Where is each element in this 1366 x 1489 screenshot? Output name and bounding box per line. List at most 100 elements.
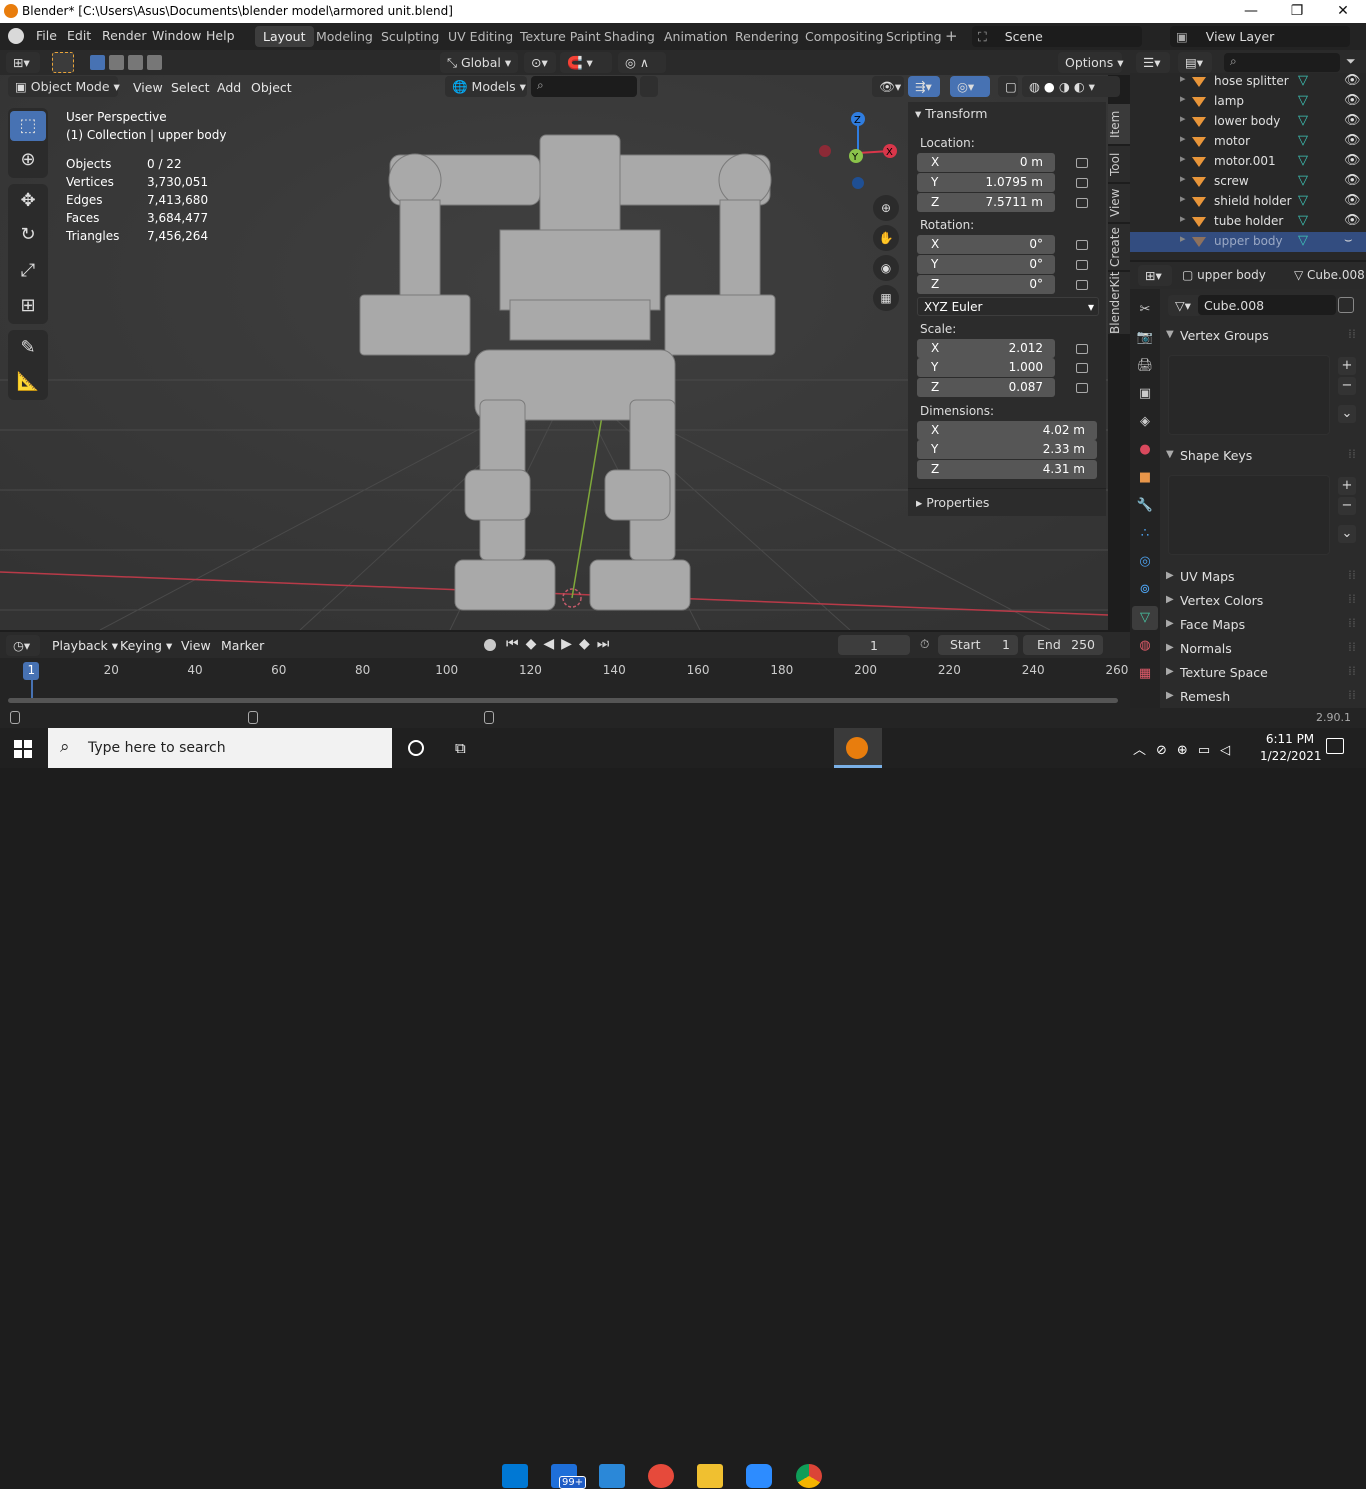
rotation-mode-dropdown[interactable]: XYZ Euler ▾ [917,297,1099,316]
network-off-icon[interactable]: ⊘ [1156,743,1177,758]
properties-editor-type-icon[interactable]: ⊞▾ [1138,265,1172,286]
dimension-y-field[interactable]: Y 2.33 m [917,440,1097,459]
expand-arrow-icon[interactable]: ▸ [1180,132,1186,145]
drag-handle-icon[interactable]: ⁞⁞ [1348,639,1356,654]
remove-button[interactable]: − [1338,377,1356,395]
list-box[interactable] [1168,475,1330,555]
clock-date[interactable]: 1/22/2021 [1260,749,1322,763]
mesh-object-icon[interactable] [1192,217,1206,227]
asset-search-input[interactable]: ⌕ [531,76,637,97]
outliner-item-label[interactable]: lamp [1214,94,1244,108]
outliner-item[interactable]: ▸ screw ▽ 👁 [1130,172,1366,192]
drag-handle-icon[interactable]: ⁞⁞ [1348,446,1356,461]
expand-arrow-icon[interactable]: ▸ [1180,92,1186,105]
mesh-object-icon[interactable] [1192,137,1206,147]
overlays-icon[interactable]: ◎▾ [950,76,990,97]
chevron-right-icon[interactable]: ▶ [1166,618,1174,629]
proportional-edit-icon[interactable]: ◎ ∧ [618,52,666,73]
lock-location-x-icon[interactable] [1076,158,1088,168]
notifications-icon[interactable] [1326,738,1344,754]
timeline-scrollbar[interactable] [8,698,1118,703]
mesh-data-icon[interactable]: ▽ [1132,606,1158,630]
playback-dropdown[interactable]: Playback ▾ [52,638,118,653]
location-y-field[interactable]: Y 1.0795 m [917,173,1055,192]
outliner-item-label[interactable]: motor [1214,134,1250,148]
timeline-editor-type-icon[interactable]: ◷▾ [6,635,40,656]
outliner-item-label[interactable]: lower body [1214,114,1280,128]
start-frame-field[interactable]: Start 1 [938,635,1018,655]
eye-icon[interactable]: 👁 [1344,213,1361,228]
menu-object[interactable]: Object [251,80,292,95]
expand-arrow-icon[interactable]: ▸ [1180,192,1186,205]
mesh-data-icon[interactable]: ▽ [1298,213,1308,228]
mesh-object-icon[interactable] [1192,97,1206,107]
taskbar-search-box[interactable]: ⌕ Type here to search [48,728,392,768]
timeline[interactable]: ◷▾ Playback ▾ Keying ▾ View Marker ⏮◆◀▶◆… [0,632,1130,712]
eye-icon[interactable]: 👁 [1344,113,1361,128]
particles-icon[interactable]: ∴ [1132,522,1158,546]
mesh-data-icon[interactable]: ▽ [1298,153,1308,168]
mail-icon[interactable]: 99+ [551,1464,587,1489]
record-icon[interactable] [484,639,496,651]
sidebar-tab-tool[interactable]: Tool [1108,146,1130,182]
drag-handle-icon[interactable]: ⁞⁞ [1348,326,1356,341]
tab-modeling[interactable]: Modeling [308,26,381,47]
scene-selector[interactable]: ⛶ Scene [972,26,1142,47]
end-frame-field[interactable]: End 250 [1023,635,1103,655]
outliner-item[interactable]: ▸ hose splitter ▽ 👁 [1130,72,1366,92]
volume-icon[interactable]: ◁ [1220,743,1240,758]
mesh-object-icon[interactable] [1192,177,1206,187]
keying-dropdown[interactable]: Keying ▾ [120,638,172,653]
stopwatch-icon[interactable]: ⏱ [920,637,929,652]
outliner-search-input[interactable]: ⌕ [1224,53,1340,72]
cursor-tool-icon[interactable]: ⊕ [10,145,46,175]
scale-z-field[interactable]: Z 0.087 [917,378,1055,397]
mesh-data-icon[interactable]: ▽ [1298,193,1308,208]
add-workspace-icon[interactable]: + [945,27,958,45]
close-button[interactable]: ✕ [1320,0,1366,23]
blender-taskbar-button[interactable] [834,728,882,768]
outliner-item[interactable]: ▸ motor.001 ▽ 👁 [1130,152,1366,172]
select-tool-icon[interactable]: ⬚ [10,111,46,141]
material-shading-icon[interactable]: ◑ [1059,79,1070,94]
specials-menu-button[interactable]: ⌄ [1338,405,1356,423]
move-tool-icon[interactable]: ✥ [10,186,46,216]
sidebar-tab-view[interactable]: View [1108,184,1130,222]
add-button[interactable]: + [1338,477,1356,495]
tab-scripting[interactable]: Scripting [878,26,950,47]
select-box-tool-icon[interactable] [52,52,74,73]
eye-icon[interactable]: 👁 [1344,73,1361,88]
mode-dropdown[interactable]: ▣ Object Mode ▾ [8,76,120,97]
add-button[interactable]: + [1338,357,1356,375]
camera-app-icon[interactable] [648,1464,674,1488]
tab-rendering[interactable]: Rendering [727,26,807,47]
outliner-item[interactable]: ▸ motor ▽ 👁 [1130,132,1366,152]
outliner-item-label[interactable]: motor.001 [1214,154,1276,168]
expand-arrow-icon[interactable]: ▸ [1180,72,1186,85]
rendered-shading-icon[interactable]: ◐ [1074,79,1085,94]
mesh-data-icon[interactable]: ▽ [1298,133,1308,148]
select-subtract-icon[interactable] [128,55,143,70]
tab-texture-paint[interactable]: Texture Paint [512,26,609,47]
wireframe-shading-icon[interactable]: ◍ [1029,79,1040,94]
options-dropdown[interactable]: Options ▾ [1058,52,1123,73]
visibility-icon[interactable]: 👁▾ [872,76,904,97]
play-icon[interactable]: ▶ [561,636,579,652]
mesh-object-icon[interactable] [1192,117,1206,127]
lock-rotation-z-icon[interactable] [1076,280,1088,290]
panel-texture-space[interactable]: ▶ Texture Space ⁞⁞ [1160,662,1366,684]
mesh-object-icon[interactable] [1192,157,1206,167]
outliner-item-label[interactable]: tube holder [1214,214,1283,228]
chevron-right-icon[interactable]: ▶ [1166,666,1174,677]
menu-select[interactable]: Select [171,80,210,95]
drag-handle-icon[interactable]: ⁞⁞ [1348,615,1356,630]
expand-arrow-icon[interactable]: ▸ [1180,112,1186,125]
annotate-tool-icon[interactable]: ✎ [10,333,46,363]
file-explorer-icon[interactable] [697,1464,723,1488]
chevron-right-icon[interactable]: ▶ [1166,690,1174,701]
outliner-item[interactable]: ▸ lamp ▽ 👁 [1130,92,1366,112]
snap-icon[interactable]: 🧲 ▾ [560,52,612,73]
specials-menu-button[interactable]: ⌄ [1338,525,1356,543]
lock-rotation-x-icon[interactable] [1076,240,1088,250]
outliner-item-label[interactable]: screw [1214,174,1249,188]
